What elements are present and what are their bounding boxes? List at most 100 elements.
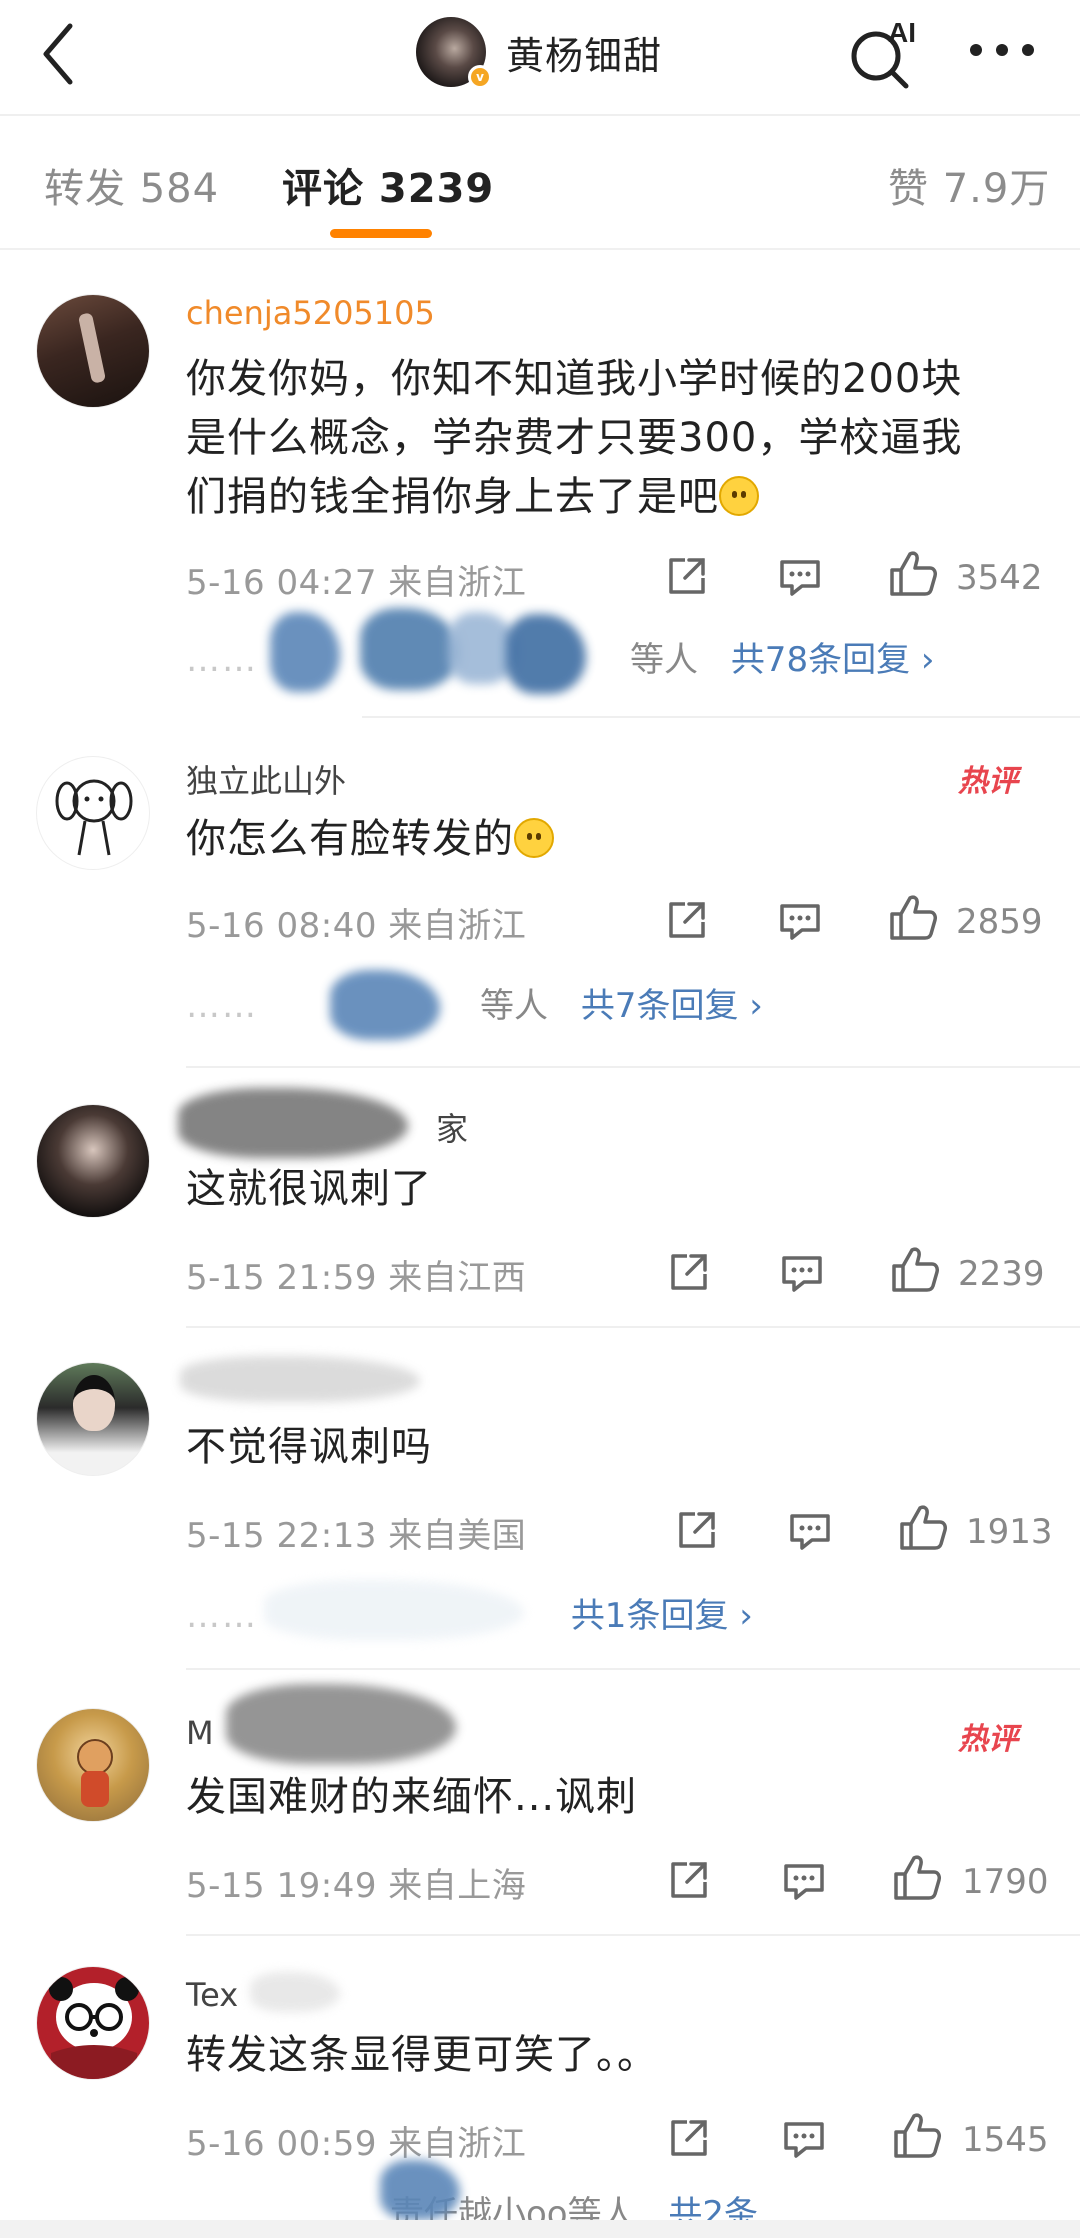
more-dots-icon[interactable] xyxy=(966,40,1038,60)
active-tab-indicator xyxy=(330,229,432,238)
thumbs-up-icon[interactable] xyxy=(898,1502,948,1552)
ai-label: AI xyxy=(888,17,916,48)
comment-username[interactable]: chenja5205105 xyxy=(186,294,435,332)
comment-text-line: 这就很讽刺了 xyxy=(186,1166,432,1212)
blur-mask xyxy=(178,1088,408,1158)
reply-by: 等人 xyxy=(630,640,698,680)
comment-username[interactable]: Tex xyxy=(186,1976,238,2014)
like-count: 3542 xyxy=(956,558,1043,598)
comment-text-line-part: 们捐的钱全捐你身上去了是吧 xyxy=(186,474,719,520)
tab-reposts[interactable]: 转发 584 xyxy=(44,156,219,214)
like-count: 1913 xyxy=(966,1512,1053,1552)
comment-location: 来自浙江 xyxy=(388,906,527,946)
comment-location: 来自美国 xyxy=(388,1516,527,1556)
share-icon[interactable] xyxy=(667,1858,711,1902)
comment-text: 不觉得讽刺吗 xyxy=(186,1418,1046,1477)
avatar[interactable] xyxy=(36,1966,150,2080)
blur-mask xyxy=(180,1356,420,1402)
hot-comment-badge: 热评 xyxy=(958,1722,1018,1757)
author-avatar[interactable]: v xyxy=(416,17,492,89)
share-icon[interactable] xyxy=(665,898,709,942)
comment-text: 你怎么有脸转发的 xyxy=(186,810,1046,869)
comment-text-line: 你发你妈，你知不知道我小学时候的200块 xyxy=(186,356,963,402)
like-count: 2239 xyxy=(958,1254,1045,1294)
tab-comments[interactable]: 评论 3239 xyxy=(282,156,494,214)
comment-icon[interactable] xyxy=(778,900,822,944)
comment-icon[interactable] xyxy=(782,1860,826,1904)
panda-reading-icon xyxy=(49,1977,139,2079)
view-replies-link[interactable]: 共78条回复 › xyxy=(731,640,935,680)
blur-mask xyxy=(360,608,460,690)
comment-username[interactable]: M xyxy=(186,1714,214,1752)
comment-text: 发国难财的来缅怀...讽刺 xyxy=(186,1768,1046,1827)
reply-dots: …… xyxy=(186,986,258,1026)
tab-bar: 转发 584 评论 3239 赞 7.9万 xyxy=(0,116,1080,246)
reply-by: 等人 xyxy=(480,986,548,1026)
comment-location: 来自浙江 xyxy=(388,2124,527,2164)
divider xyxy=(0,248,1080,250)
comment-time: 5-15 21:59 xyxy=(186,1258,377,1298)
author-name[interactable]: 黄杨钿甜 xyxy=(506,25,662,80)
dog-doodle-icon xyxy=(55,779,133,856)
blur-mask xyxy=(226,1684,456,1764)
view-replies-link[interactable]: 共7条回复 › xyxy=(581,986,763,1026)
reply-dots: …… xyxy=(186,640,258,680)
blur-mask xyxy=(250,1972,340,2012)
comment-text-line: 转发这条显得更可笑了。。 xyxy=(186,2032,658,2078)
smile-emoji-icon xyxy=(514,818,554,858)
chevron-left-icon[interactable] xyxy=(38,20,78,88)
comment-location: 来自浙江 xyxy=(388,563,527,603)
view-replies-link[interactable]: 共1条回复 › xyxy=(571,1596,753,1636)
thumbs-up-icon[interactable] xyxy=(892,2110,942,2160)
comment-text-line: 你怎么有脸转发的 xyxy=(186,810,1046,869)
comment-time: 5-15 22:13 xyxy=(186,1516,377,1556)
comment-meta: 5-16 00:59 来自浙江 xyxy=(186,2116,526,2165)
ai-search-icon[interactable]: AI xyxy=(842,12,922,92)
tab-likes[interactable]: 赞 7.9万 xyxy=(888,156,1050,214)
avatar[interactable] xyxy=(36,1362,150,1476)
like-count: 2859 xyxy=(956,902,1043,942)
comment-icon[interactable] xyxy=(782,2118,826,2162)
comment-text: 这就很讽刺了 xyxy=(186,1160,1046,1219)
comment-username-text: 家 xyxy=(436,1110,469,1148)
thumbs-up-icon[interactable] xyxy=(888,892,938,942)
top-bar: v 黄杨钿甜 AI xyxy=(0,0,1080,112)
thumbs-up-icon[interactable] xyxy=(890,1244,940,1294)
thumbs-up-icon[interactable] xyxy=(888,548,938,598)
comment-text-line: 不觉得讽刺吗 xyxy=(186,1424,432,1470)
avatar[interactable] xyxy=(36,294,150,408)
comment-icon[interactable] xyxy=(778,556,822,600)
comment-text-line: 是什么概念，学杂费才只要300，学校逼我 xyxy=(186,415,963,461)
avatar[interactable] xyxy=(36,1708,150,1822)
comment-time: 5-15 19:49 xyxy=(186,1866,377,1906)
comment-icon[interactable] xyxy=(788,1510,832,1554)
comment-time: 5-16 04:27 xyxy=(186,563,377,603)
avatar[interactable] xyxy=(36,1104,150,1218)
comment-meta: 5-15 19:49 来自上海 xyxy=(186,1858,526,1907)
comment-text-line: 们捐的钱全捐你身上去了是吧 xyxy=(186,468,1046,527)
smile-emoji-icon xyxy=(719,476,759,516)
reply-summary[interactable]: …… 等人 共7条回复 › xyxy=(186,978,763,1027)
share-icon[interactable] xyxy=(675,1508,719,1552)
blur-mask xyxy=(380,2160,460,2220)
avatar[interactable] xyxy=(36,756,150,870)
blur-mask xyxy=(506,614,586,694)
hot-comment-badge: 热评 xyxy=(958,764,1018,799)
verified-badge-icon: v xyxy=(468,65,492,89)
thumbs-up-icon[interactable] xyxy=(892,1852,942,1902)
comment-text-line: 发国难财的来缅怀...讽刺 xyxy=(186,1774,638,1820)
reply-dots: …… xyxy=(186,1596,258,1636)
like-count: 1790 xyxy=(962,1862,1049,1902)
share-icon[interactable] xyxy=(667,2116,711,2160)
comment-icon[interactable] xyxy=(780,1252,824,1296)
share-icon[interactable] xyxy=(667,1250,711,1294)
comment-meta: 5-15 21:59 来自江西 xyxy=(186,1250,526,1299)
comment-username[interactable]: 独立此山外 xyxy=(186,756,346,802)
like-count: 1545 xyxy=(962,2120,1049,2160)
author-header[interactable]: v 黄杨钿甜 xyxy=(416,16,662,89)
share-icon[interactable] xyxy=(665,554,709,598)
comment-meta: 5-16 08:40 来自浙江 xyxy=(186,898,526,947)
divider xyxy=(186,1326,1080,1328)
divider xyxy=(186,1066,1080,1068)
comment-text: 你发你妈，你知不知道我小学时候的200块 是什么概念，学杂费才只要300，学校逼… xyxy=(186,350,1046,527)
